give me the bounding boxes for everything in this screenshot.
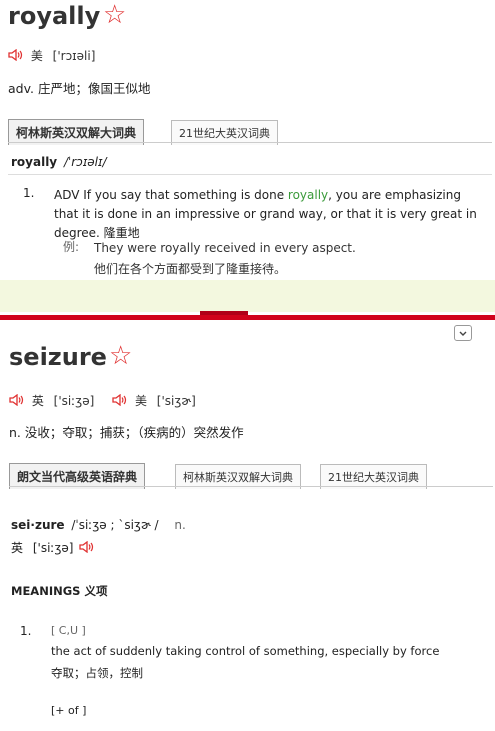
entry2-pron-us-region: 美 (134, 394, 147, 408)
entry2-collocation: [+ of ] (51, 704, 87, 717)
entry1-head-divider (8, 174, 492, 175)
entry2-pron-uk: ['siːʒə] (53, 394, 95, 408)
entry1-example-label: 例: (63, 240, 80, 254)
speaker-icon[interactable] (112, 393, 128, 409)
entry1-example-en: They were royally received in every aspe… (94, 241, 356, 255)
entry2-head-uk-pron: ['siːʒə] (32, 541, 74, 555)
entry2-head-pron: /ˈsiːʒə ; ˋsiʒɚ / (71, 518, 159, 532)
entry2-head-uk-region: 英 (11, 541, 24, 555)
entry1-pron-region: 美 (30, 49, 43, 63)
entry1-sense-num: 1. (23, 186, 35, 200)
entry1-head: royally /ˈrɔɪəlɪ/ (11, 155, 107, 169)
entry2-tab-divider (9, 486, 493, 487)
entry1-word: royally (8, 2, 101, 30)
entry1-definition: adv. 庄严地；像国王似地 (8, 81, 151, 96)
chevron-down-icon (459, 331, 467, 336)
entry2-meanings-heading: MEANINGS 义项 (11, 584, 108, 598)
entry2-grammar: [ C,U ] (51, 624, 86, 637)
entry1-head-pron: /ˈrɔɪəlɪ/ (63, 155, 107, 169)
entry2-pron-uk-region: 英 (31, 394, 44, 408)
entry-separator-band (0, 280, 495, 312)
entry1-sense-text: ADV If you say that something is done ro… (54, 186, 488, 243)
entry2-pron-us: ['siʒɚ] (156, 394, 196, 408)
entry1-example: They were royally received in every aspe… (94, 238, 356, 280)
speaker-icon[interactable] (9, 393, 25, 409)
entry1-pron: ['rɔɪəli] (52, 49, 96, 63)
speaker-icon[interactable] (8, 48, 24, 64)
speaker-icon[interactable] (79, 540, 95, 556)
entry2-definition: n. 没收；夺取；捕获；（疾病的）突然发作 (9, 425, 244, 440)
entry1-sense-highlight[interactable]: royally (288, 188, 328, 202)
collapse-button[interactable] (454, 325, 472, 341)
entry1-pron-row: 美 ['rɔɪəli] (8, 47, 95, 64)
entry2-word: seizure (9, 343, 107, 371)
entry2-head-word: sei·zure (11, 518, 65, 532)
entry2-sense-zh: 夺取；占领，控制 (51, 666, 143, 680)
entry2-star-icon[interactable]: ☆ (109, 343, 132, 369)
entry1-sense-pre: ADV If you say that something is done (54, 188, 288, 202)
entry2-top-bar (0, 315, 495, 320)
entry1-tab-divider (8, 142, 492, 143)
entry1-head-word: royally (11, 155, 58, 169)
entry2-head-uk: 英 ['siːʒə] (11, 539, 95, 556)
entry1-example-zh: 他们在各个方面都受到了隆重接待。 (94, 262, 287, 276)
entry2-pron-row: 英 ['siːʒə] 美 ['siʒɚ] (9, 392, 196, 409)
entry2-sense-num: 1. (20, 624, 32, 638)
entry1-star-icon[interactable]: ☆ (103, 2, 126, 28)
entry2-head-pos: n. (174, 518, 186, 532)
entry2-head: sei·zure /ˈsiːʒə ; ˋsiʒɚ / n. (11, 518, 186, 532)
entry2-sense-en: the act of suddenly taking control of so… (51, 644, 440, 658)
